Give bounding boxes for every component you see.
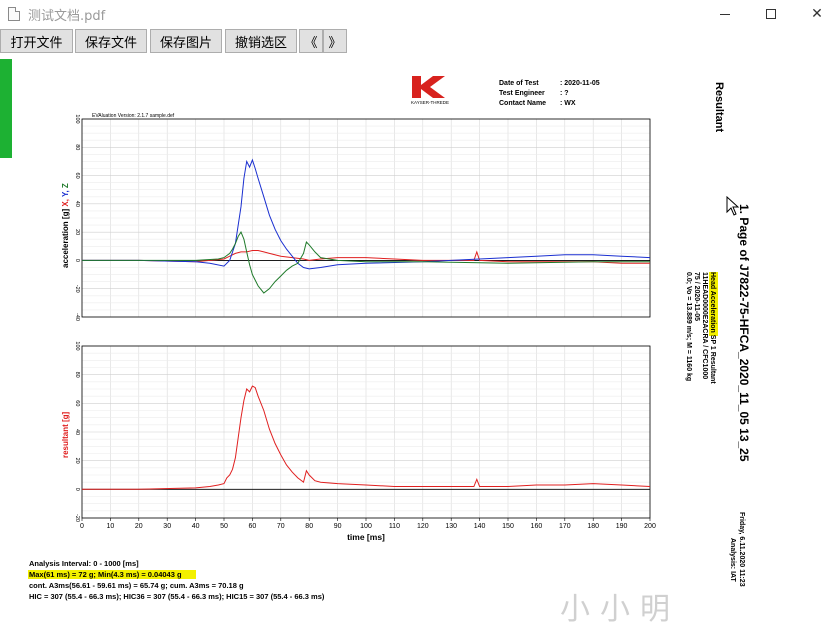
y-axis-label: resultant [g] xyxy=(61,411,70,458)
x-tick-label: 120 xyxy=(417,523,429,530)
x-tick-label: 80 xyxy=(305,523,313,530)
x-tick-label: 60 xyxy=(249,523,257,530)
analysis-by: Analysis: IAT xyxy=(729,538,736,583)
acceleration-xyz-chart: -40 -20 0 20 40 60 80 100 acceleration [g] X, Y,… xyxy=(61,114,651,321)
x-tick-label: 40 xyxy=(192,523,200,530)
x-tick-label: 110 xyxy=(389,523,400,530)
y-tick-label: 100 xyxy=(74,341,80,350)
mouse-pointer-icon xyxy=(726,196,740,216)
y-tick-label: 80 xyxy=(74,144,80,150)
x-tick-label: 90 xyxy=(334,523,342,530)
watermark: 小小明 xyxy=(560,592,680,625)
logo-text: KAYSER-THREDE xyxy=(411,100,449,105)
y-tick-label: 100 xyxy=(74,114,80,123)
y-tick-label: -20 xyxy=(74,514,80,522)
test-engineer-label: Test Engineer xyxy=(499,90,545,97)
kayser-threde-logo: KAYSER-THREDE xyxy=(409,76,451,105)
side-title: Resultant xyxy=(713,82,725,132)
app-window: 测试文档.pdf ✕ 打开文件 保存文件 保存图片 撤销选区 《 》 KAYSE… xyxy=(0,0,840,625)
y-tick-label: 40 xyxy=(74,201,80,207)
channel-name: Head Acceleration xyxy=(709,272,716,333)
x-axis-label: time [ms] xyxy=(347,532,385,542)
y-tick-label: 60 xyxy=(74,173,80,179)
svg-text:Head Acceleration SP 1 Resulta: Head Acceleration SP 1 Resultant xyxy=(709,272,716,384)
channel-suffix: SP 1 Resultant xyxy=(709,333,716,385)
x-tick-label: 30 xyxy=(163,523,171,530)
eva-version: EVAluation Version: 2.1.7 sample.def xyxy=(92,113,175,119)
y-tick-label: -40 xyxy=(74,313,80,321)
y-tick-label: 40 xyxy=(74,429,80,435)
x-tick-label: 50 xyxy=(220,523,228,530)
x-tick-label: 180 xyxy=(587,523,599,530)
y-tick-label: 20 xyxy=(74,229,80,235)
max-min-values: Max(61 ms) = 72 g; Min(4.3 ms) = 0.04043… xyxy=(29,570,182,579)
y-tick-label: 60 xyxy=(74,400,80,406)
test-conditions: 0.0; Vo = 13.889 m/s; M = 1160 kg xyxy=(685,272,692,381)
x-tick-label: 0 xyxy=(80,523,84,530)
date-of-test-label: Date of Test xyxy=(499,80,539,87)
x-tick-label: 100 xyxy=(360,523,372,530)
y-axis-label: acceleration [g] X, Y, Z xyxy=(61,183,70,268)
pdf-page: KAYSER-THREDE Date of Test : 2020-11-05 … xyxy=(28,76,751,601)
resultant-chart: -200204060801000 10 20 30 40 50 60 70 80 90 100 110… xyxy=(61,341,656,542)
hic-values: HIC = 307 (55.4 - 66.3 ms); HIC36 = 307 … xyxy=(29,592,325,601)
print-date: Friday, 6.11.2020 11:23 xyxy=(738,512,745,587)
contact-name-value: : WX xyxy=(560,100,576,107)
test-info: 75 / 2020-11-05 xyxy=(693,272,700,321)
y-axis-label-part: X, xyxy=(61,197,70,207)
analysis-interval: Analysis Interval: 0 - 1000 [ms] xyxy=(29,559,139,568)
x-tick-label: 170 xyxy=(559,523,571,530)
a3ms-values: cont. A3ms(56.61 - 59.61 ms) = 65.74 g; … xyxy=(29,581,244,590)
x-tick-label: 130 xyxy=(445,523,457,530)
page-title: 1. Page of J7822-75-HFCA_2020_11_05 13_2… xyxy=(737,204,751,462)
channel-code: 11HEAD0000E2ACRA / CFC1000 xyxy=(701,272,708,379)
test-engineer-value: : ? xyxy=(560,90,569,97)
y-axis-label-part: acceleration [g] xyxy=(61,207,70,268)
x-tick-label: 160 xyxy=(531,523,543,530)
y-tick-label: 0 xyxy=(74,259,80,262)
y-tick-label: -20 xyxy=(74,285,80,293)
x-tick-label: 20 xyxy=(135,523,143,530)
y-tick-label: 20 xyxy=(74,458,80,464)
x-tick-label: 190 xyxy=(616,523,628,530)
x-tick-label: 10 xyxy=(107,523,115,530)
y-axis-label-part: Y, xyxy=(61,188,70,197)
y-tick-label: 0 xyxy=(74,488,80,491)
date-of-test-value: : 2020-11-05 xyxy=(560,80,600,87)
x-tick-label: 70 xyxy=(277,523,285,530)
contact-name-label: Contact Name xyxy=(499,100,546,107)
x-tick-label: 200 xyxy=(644,523,656,530)
y-axis-label-part: Z xyxy=(61,183,70,188)
y-tick-label: 80 xyxy=(74,372,80,378)
x-tick-label: 150 xyxy=(502,523,514,530)
x-tick-label: 140 xyxy=(474,523,486,530)
